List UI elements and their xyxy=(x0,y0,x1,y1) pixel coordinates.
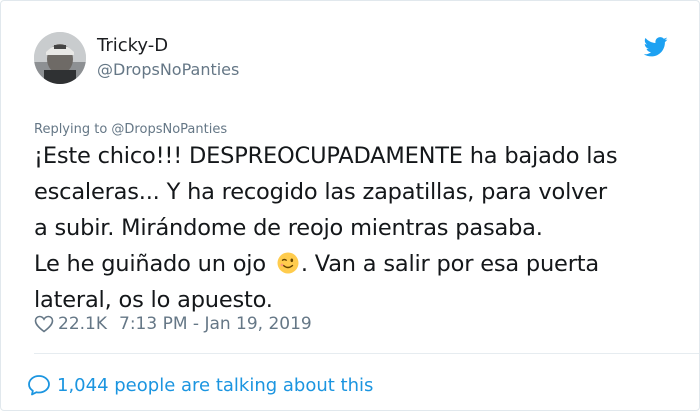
twitter-bird-icon[interactable] xyxy=(644,37,668,57)
like-count[interactable]: 22.1K xyxy=(58,314,107,334)
tweet-card: Tricky-D @DropsNoPanties Replying to @Dr… xyxy=(0,0,700,411)
timestamp[interactable]: 7:13 PM - Jan 19, 2019 xyxy=(119,314,312,334)
tweet-line: escaleras... Y ha recogido las zapatilla… xyxy=(34,179,607,205)
tweet-line: a subir. Mirándome de reojo mientras pas… xyxy=(34,215,543,241)
tweet-line-part: Le he guiñado un ojo xyxy=(34,251,266,277)
avatar-image xyxy=(34,32,86,84)
talking-about-text[interactable]: 1,044 people are talking about this xyxy=(57,375,373,396)
tweet-line: lateral, os lo apuesto. xyxy=(34,287,273,313)
tweet-meta: 22.1K 7:13 PM - Jan 19, 2019 xyxy=(34,314,312,334)
user-handle[interactable]: @DropsNoPanties xyxy=(97,60,239,79)
tweet-text: ¡Este chico!!! DESPREOCUPADAMENTE ha baj… xyxy=(34,138,689,318)
tweet-line-part: . Van a salir por esa puerta xyxy=(300,251,599,277)
replying-to[interactable]: Replying to @DropsNoPanties xyxy=(34,122,227,137)
heart-icon[interactable] xyxy=(34,315,54,333)
avatar[interactable] xyxy=(34,32,86,84)
divider xyxy=(34,353,699,354)
speech-bubble-icon xyxy=(28,375,50,396)
display-name[interactable]: Tricky-D xyxy=(97,35,168,56)
tweet-line: ¡Este chico!!! DESPREOCUPADAMENTE ha baj… xyxy=(34,143,618,169)
tweet-line-with-emoji: Le he guiñado un ojo . Van a salir por e… xyxy=(34,246,689,282)
winking-face-icon xyxy=(277,252,299,274)
talking-about-link[interactable]: 1,044 people are talking about this xyxy=(27,374,373,396)
